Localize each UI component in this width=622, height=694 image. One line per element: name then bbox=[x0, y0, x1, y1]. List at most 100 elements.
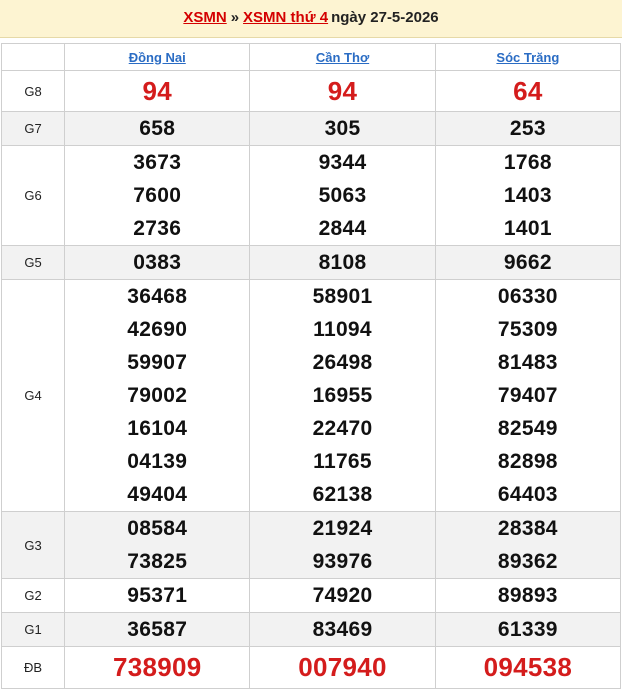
prize-label: G1 bbox=[0, 612, 66, 647]
prize-number: 16104 bbox=[127, 417, 188, 440]
prize-cell: 74920 bbox=[249, 578, 436, 613]
prize-number: 11094 bbox=[313, 318, 372, 341]
prize-number: 94 bbox=[327, 75, 358, 106]
prize-number: 253 bbox=[509, 117, 546, 140]
prize-label: G3 bbox=[0, 511, 66, 579]
province-link-dong-nai[interactable]: Đồng Nai bbox=[129, 50, 186, 65]
prize-number: 64 bbox=[513, 75, 543, 106]
prize-cell: 95371 bbox=[64, 578, 251, 613]
prize-cell: 08584 73825 bbox=[64, 511, 251, 579]
corner-cell bbox=[0, 43, 66, 71]
prize-row-g3: G3 08584 73825 21924 93976 28384 89362 bbox=[0, 511, 622, 579]
xsmn-thu4-link[interactable]: XSMN thứ 4 bbox=[243, 9, 328, 26]
prize-number: 22470 bbox=[312, 417, 373, 440]
prize-number: 79002 bbox=[127, 384, 188, 407]
prize-number: 3673 bbox=[133, 151, 182, 174]
prize-number: 1401 bbox=[503, 217, 552, 240]
prize-row-g1: G1 36587 83469 61339 bbox=[0, 612, 622, 647]
prize-cell: 007940 bbox=[249, 646, 436, 689]
xsmn-link[interactable]: XSMN bbox=[183, 9, 226, 26]
draw-date: ngày 27-5-2026 bbox=[331, 9, 439, 26]
prize-number: 2844 bbox=[318, 217, 367, 240]
prize-row-g2: G2 95371 74920 89893 bbox=[0, 578, 622, 613]
prize-row-special: ĐB 738909 007940 094538 bbox=[0, 646, 622, 689]
prize-row-g6: G6 3673 7600 2736 9344 5063 2844 1768 14… bbox=[0, 145, 622, 246]
prize-label: G8 bbox=[0, 70, 66, 112]
prize-number: 49404 bbox=[127, 483, 188, 506]
prize-cell: 8108 bbox=[249, 245, 436, 280]
prize-row-g4: G4 36468 42690 59907 79002 16104 04139 4… bbox=[0, 279, 622, 512]
results-table: Đồng Nai Cần Thơ Sóc Trăng G8 94 94 64 G… bbox=[0, 43, 622, 689]
province-header: Cần Thơ bbox=[249, 43, 436, 71]
prize-number: 42690 bbox=[127, 318, 188, 341]
prize-number: 89362 bbox=[497, 550, 558, 573]
prize-cell: 253 bbox=[434, 111, 622, 146]
prize-number: 16955 bbox=[312, 384, 373, 407]
prize-number: 08584 bbox=[127, 517, 188, 540]
prize-number: 64403 bbox=[497, 483, 558, 506]
prize-cell: 9344 5063 2844 bbox=[249, 145, 436, 246]
prize-row-g7: G7 658 305 253 bbox=[0, 111, 622, 146]
prize-number: 73825 bbox=[127, 550, 188, 573]
prize-number: 93976 bbox=[312, 550, 373, 573]
prize-cell: 9662 bbox=[434, 245, 622, 280]
prize-number: 36587 bbox=[127, 618, 188, 641]
prize-number: 61339 bbox=[497, 618, 558, 641]
prize-row-g8: G8 94 94 64 bbox=[0, 70, 622, 112]
prize-label: G6 bbox=[0, 145, 66, 246]
province-link-can-tho[interactable]: Cần Thơ bbox=[316, 50, 369, 65]
prize-label: G4 bbox=[0, 279, 66, 512]
prize-number: 59907 bbox=[127, 351, 188, 374]
prize-cell: 1768 1403 1401 bbox=[434, 145, 622, 246]
prize-number: 26498 bbox=[312, 351, 373, 374]
prize-label: G7 bbox=[0, 111, 66, 146]
prize-cell: 06330 75309 81483 79407 82549 82898 6440… bbox=[434, 279, 622, 512]
prize-number: 62138 bbox=[312, 483, 373, 506]
prize-number: 21924 bbox=[312, 517, 373, 540]
prize-number: 8108 bbox=[318, 251, 367, 274]
province-link-soc-trang[interactable]: Sóc Trăng bbox=[496, 50, 559, 65]
prize-cell: 21924 93976 bbox=[249, 511, 436, 579]
prize-number: 89893 bbox=[497, 584, 558, 607]
prize-number: 1403 bbox=[503, 184, 552, 207]
prize-number: 2736 bbox=[133, 217, 182, 240]
prize-number: 11765 bbox=[313, 450, 372, 473]
prize-number: 94 bbox=[142, 75, 172, 106]
province-header: Đồng Nai bbox=[64, 43, 251, 71]
prize-number: 738909 bbox=[112, 652, 202, 682]
prize-number: 007940 bbox=[298, 652, 387, 682]
prize-row-g5: G5 0383 8108 9662 bbox=[0, 245, 622, 280]
prize-cell: 305 bbox=[249, 111, 436, 146]
prize-number: 83469 bbox=[312, 618, 373, 641]
prize-number: 305 bbox=[324, 117, 361, 140]
prize-cell: 0383 bbox=[64, 245, 251, 280]
prize-number: 5063 bbox=[318, 184, 367, 207]
prize-cell: 89893 bbox=[434, 578, 622, 613]
prize-number: 74920 bbox=[312, 584, 373, 607]
prize-cell: 36587 bbox=[64, 612, 251, 647]
prize-cell: 094538 bbox=[434, 646, 622, 689]
prize-number: 0383 bbox=[133, 251, 182, 274]
prize-cell: 738909 bbox=[64, 646, 251, 689]
prize-number: 9344 bbox=[318, 151, 367, 174]
prize-number: 79407 bbox=[497, 384, 558, 407]
prize-cell: 94 bbox=[64, 70, 251, 112]
prize-number: 1768 bbox=[503, 151, 552, 174]
prize-number: 658 bbox=[139, 117, 176, 140]
prize-cell: 28384 89362 bbox=[434, 511, 622, 579]
prize-number: 04139 bbox=[127, 450, 188, 473]
prize-label: ĐB bbox=[0, 646, 66, 689]
province-header-row: Đồng Nai Cần Thơ Sóc Trăng bbox=[0, 43, 622, 71]
prize-cell: 64 bbox=[434, 70, 622, 112]
prize-cell: 83469 bbox=[249, 612, 436, 647]
breadcrumb-separator: » bbox=[230, 9, 240, 26]
prize-number: 28384 bbox=[497, 517, 558, 540]
prize-cell: 658 bbox=[64, 111, 251, 146]
prize-number: 9662 bbox=[503, 251, 552, 274]
results-header: XSMN» XSMN thứ 4 ngày 27-5-2026 bbox=[0, 0, 622, 38]
prize-number: 81483 bbox=[497, 351, 558, 374]
prize-number: 82898 bbox=[497, 450, 558, 473]
prize-number: 75309 bbox=[497, 318, 558, 341]
prize-cell: 61339 bbox=[434, 612, 622, 647]
prize-label: G5 bbox=[0, 245, 66, 280]
